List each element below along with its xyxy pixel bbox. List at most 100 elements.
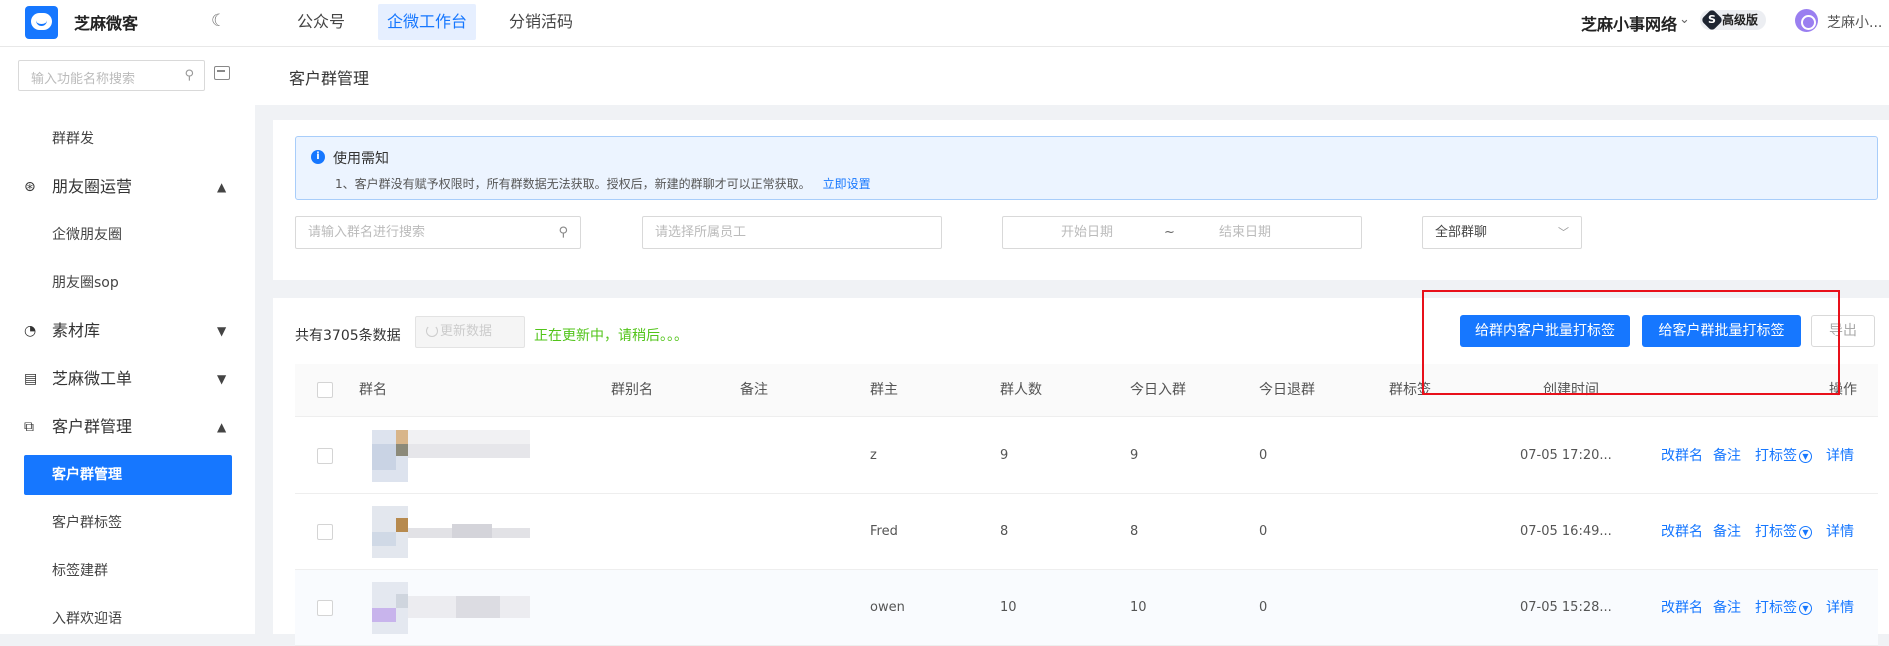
row-owner: owen xyxy=(870,600,905,615)
row-created-time: 07-05 17:20... xyxy=(1520,448,1612,463)
tag-link[interactable]: 打标签 ▼ xyxy=(1755,570,1812,646)
detail-link[interactable]: 详情 xyxy=(1826,570,1854,646)
row-left-today: 0 xyxy=(1259,600,1268,615)
sidebar-group-tickets[interactable]: ▤ 芝麻微工单 ▼ xyxy=(0,355,255,403)
search-icon[interactable]: ⚲ xyxy=(184,68,194,83)
sidebar-item-group-broadcast[interactable]: 群群发 xyxy=(0,115,255,163)
top-nav: 公众号 企微工作台 分销活码 xyxy=(288,0,606,47)
setup-now-link[interactable]: 立即设置 xyxy=(823,177,871,191)
avatar[interactable] xyxy=(1795,9,1818,32)
tag-link[interactable]: 打标签 ▼ xyxy=(1755,494,1812,570)
col-alias: 群别名 xyxy=(611,382,653,398)
chevron-down-icon: ▼ xyxy=(217,372,227,386)
customer-group-icon: ⧉ xyxy=(24,419,34,435)
row-checkbox[interactable] xyxy=(317,600,333,616)
row-members: 10 xyxy=(1000,600,1017,615)
notice-text: 1、客户群没有赋予权限时，所有群数据无法获取。授权后，新建的群聊才可以正常获取。… xyxy=(335,177,871,191)
annotation-highlight-box xyxy=(1422,290,1840,395)
ticket-icon: ▤ xyxy=(24,371,38,387)
app-logo-icon[interactable] xyxy=(25,6,58,39)
row-members: 9 xyxy=(1000,448,1009,463)
chevron-down-icon[interactable]: ▼ xyxy=(1799,449,1812,463)
group-type-select[interactable]: 全部群聊 ﹀ xyxy=(1422,216,1582,249)
col-remark: 备注 xyxy=(740,382,768,398)
row-owner: z xyxy=(870,448,877,463)
date-range-picker[interactable]: 开始日期 ~ 结束日期 xyxy=(1002,216,1362,249)
table-row: z 9 9 0 07-05 17:20... 改群名 备注 打标签 ▼ 详情 xyxy=(295,418,1878,494)
select-all-checkbox[interactable] xyxy=(317,382,333,398)
row-owner: Fred xyxy=(870,524,898,539)
collapse-menu-icon[interactable] xyxy=(214,66,230,80)
page-header: 客户群管理 xyxy=(255,47,1889,105)
tag-link[interactable]: 打标签 ▼ xyxy=(1755,418,1812,494)
remark-link[interactable]: 备注 xyxy=(1713,494,1741,570)
sidebar-group-library[interactable]: ◔ 素材库 ▼ xyxy=(0,307,255,355)
chevron-down-icon[interactable]: ⌄ xyxy=(1679,12,1690,27)
plan-badge: S 高级版 xyxy=(1700,8,1766,32)
row-members: 8 xyxy=(1000,524,1009,539)
remark-link[interactable]: 备注 xyxy=(1713,570,1741,646)
sidebar-menu: 群群发 ⊛ 朋友圈运营 ▲ 企微朋友圈 朋友圈sop ◔ 素材库 ▼ ▤ 芝麻微… xyxy=(0,115,255,643)
filter-card: i 使用需知 1、客户群没有赋予权限时，所有群数据无法获取。授权后，新建的群聊才… xyxy=(273,120,1889,280)
search-icon[interactable]: ⚲ xyxy=(558,217,568,248)
user-name[interactable]: 芝麻小... xyxy=(1827,12,1882,32)
group-avatar-blurred xyxy=(372,430,530,482)
plan-s-icon: S xyxy=(1700,8,1724,32)
col-group-name: 群名 xyxy=(359,382,387,398)
group-name-search-input[interactable]: 请输入群名进行搜索 ⚲ xyxy=(295,216,581,249)
sidebar-search-placeholder: 输入功能名称搜索 xyxy=(31,72,136,87)
chevron-down-icon[interactable]: ▼ xyxy=(1799,525,1812,539)
chevron-up-icon: ▲ xyxy=(217,180,227,194)
info-icon: i xyxy=(311,150,325,164)
row-left-today: 0 xyxy=(1259,448,1268,463)
brand-name: 芝麻微客 xyxy=(74,14,139,33)
table-row: owen 10 10 0 07-05 15:28... 改群名 备注 打标签 ▼ … xyxy=(295,570,1878,646)
refresh-status-text: 正在更新中，请稍后。。。 xyxy=(534,328,688,344)
sidebar-search-input[interactable]: 输入功能名称搜索 ⚲ xyxy=(18,60,205,91)
detail-link[interactable]: 详情 xyxy=(1826,418,1854,494)
org-switcher[interactable]: 芝麻小事网络 xyxy=(1581,11,1677,35)
topnav-wecom-workbench[interactable]: 企微工作台 xyxy=(378,4,477,40)
sidebar: 输入功能名称搜索 ⚲ 群群发 ⊛ 朋友圈运营 ▲ 企微朋友圈 朋友圈sop ◔ … xyxy=(0,47,255,634)
staff-select[interactable]: 请选择所属员工 xyxy=(642,216,942,249)
sidebar-item-customer-group-manage[interactable]: 客户群管理 xyxy=(24,455,232,495)
chevron-down-icon: ▼ xyxy=(217,324,227,338)
sidebar-group-moments[interactable]: ⊛ 朋友圈运营 ▲ xyxy=(0,163,255,211)
usage-notice: i 使用需知 1、客户群没有赋予权限时，所有群数据无法获取。授权后，新建的群聊才… xyxy=(295,136,1878,200)
row-created-time: 07-05 16:49... xyxy=(1520,524,1612,539)
sidebar-item-customer-group-tags[interactable]: 客户群标签 xyxy=(0,499,255,547)
rename-group-link[interactable]: 改群名 xyxy=(1661,570,1703,646)
sidebar-item-welcome-message[interactable]: 入群欢迎语 xyxy=(0,595,255,643)
table-row: Fred 8 8 0 07-05 16:49... 改群名 备注 打标签 ▼ 详情 xyxy=(295,494,1878,570)
topnav-distribution-code[interactable]: 分销活码 xyxy=(500,4,582,40)
group-avatar-blurred xyxy=(372,582,530,634)
remark-link[interactable]: 备注 xyxy=(1713,418,1741,494)
sidebar-item-moments-sop[interactable]: 朋友圈sop xyxy=(0,259,255,307)
library-icon: ◔ xyxy=(24,323,37,339)
row-checkbox[interactable] xyxy=(317,524,333,540)
page-title: 客户群管理 xyxy=(289,69,370,88)
row-created-time: 07-05 15:28... xyxy=(1520,600,1612,615)
rename-group-link[interactable]: 改群名 xyxy=(1661,418,1703,494)
topnav-official-account[interactable]: 公众号 xyxy=(288,4,354,40)
date-separator: ~ xyxy=(1164,225,1175,240)
row-joined-today: 10 xyxy=(1130,600,1147,615)
sidebar-item-tag-create-group[interactable]: 标签建群 xyxy=(0,547,255,595)
row-left-today: 0 xyxy=(1259,524,1268,539)
loading-spinner-icon xyxy=(426,325,438,337)
row-checkbox[interactable] xyxy=(317,448,333,464)
detail-link[interactable]: 详情 xyxy=(1826,494,1854,570)
dark-mode-icon[interactable]: ☾ xyxy=(211,11,226,31)
col-left-today: 今日退群 xyxy=(1259,382,1315,398)
sidebar-group-customer-groups[interactable]: ⧉ 客户群管理 ▲ xyxy=(0,403,255,451)
date-end[interactable]: 结束日期 xyxy=(1219,217,1271,248)
aperture-icon: ⊛ xyxy=(24,179,36,195)
chevron-up-icon: ▲ xyxy=(217,420,227,434)
sidebar-item-wecom-moments[interactable]: 企微朋友圈 xyxy=(0,211,255,259)
rename-group-link[interactable]: 改群名 xyxy=(1661,494,1703,570)
group-avatar-blurred xyxy=(372,506,530,558)
chevron-down-icon[interactable]: ▼ xyxy=(1799,601,1812,615)
chevron-down-icon: ﹀ xyxy=(1558,226,1569,239)
refresh-data-button[interactable]: 更新数据 xyxy=(415,316,525,348)
date-start[interactable]: 开始日期 xyxy=(1061,217,1113,248)
